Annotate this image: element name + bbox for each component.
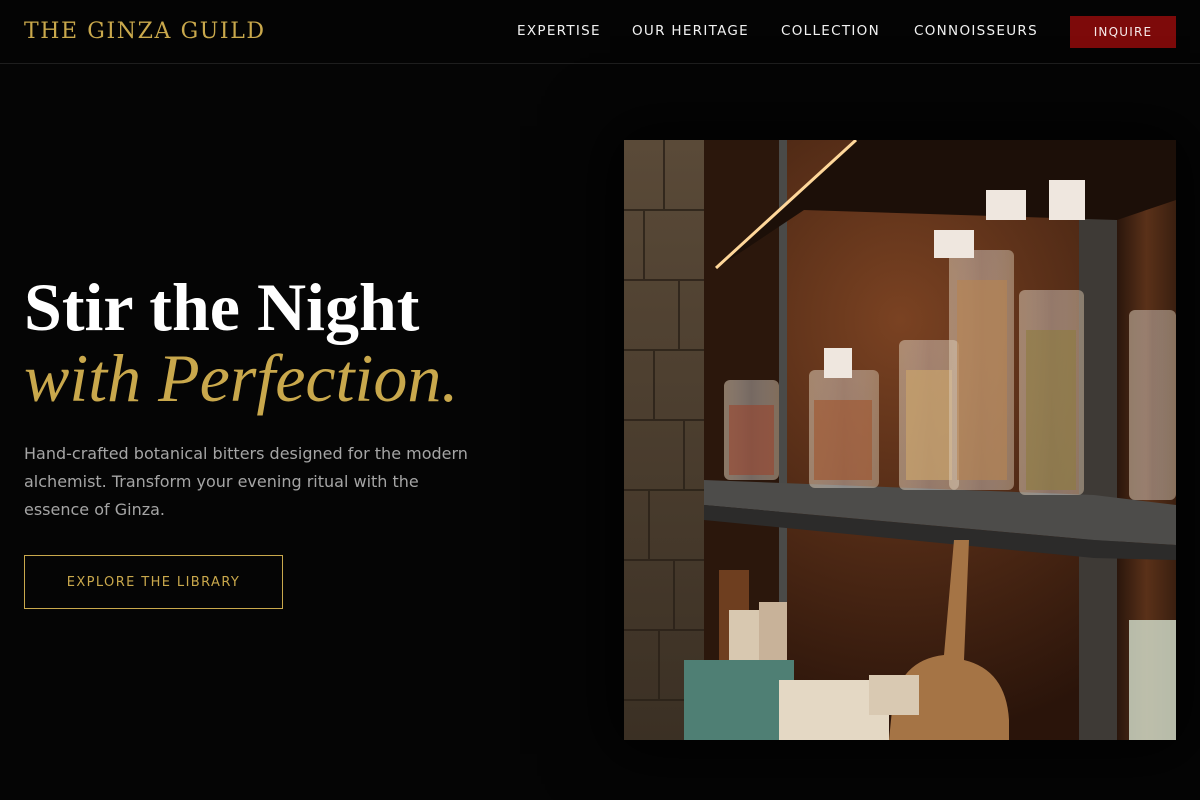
explore-library-button[interactable]: EXPLORE THE LIBRARY (24, 555, 283, 609)
inquire-button[interactable]: INQUIRE (1070, 16, 1176, 48)
brand-logo[interactable]: THE GINZA GUILD (24, 19, 266, 44)
nav-link-collection[interactable]: COLLECTION (781, 23, 880, 39)
site-header: THE GINZA GUILD EXPERTISE OUR HERITAGE C… (0, 0, 1200, 64)
pantry-shelf-photo (624, 140, 1176, 740)
hero-description: Hand-crafted botanical bitters designed … (24, 444, 468, 519)
nav-link-connoisseurs[interactable]: CONNOISSEURS (914, 23, 1038, 39)
nav-link-our-heritage[interactable]: OUR HERITAGE (632, 23, 749, 39)
nav-link-expertise[interactable]: EXPERTISE (517, 23, 601, 39)
hero-title-line1: Stir the Night (24, 269, 420, 345)
hero-title-line2: with Perfection. (24, 340, 459, 416)
